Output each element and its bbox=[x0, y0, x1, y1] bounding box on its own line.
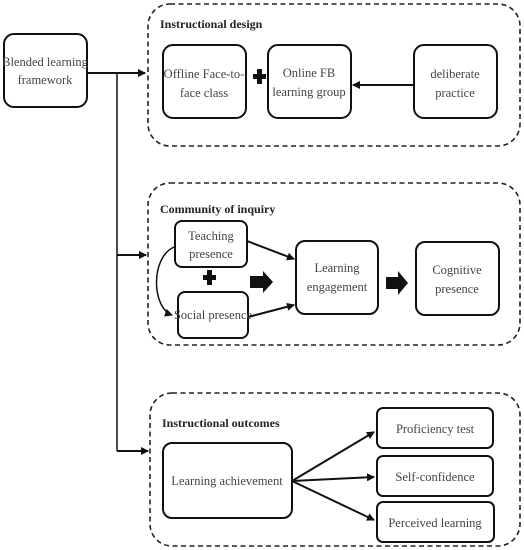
node-proficiency-label: Proficiency test bbox=[396, 422, 475, 436]
plus-icon bbox=[203, 270, 216, 285]
node-achievement-label: Learning achievement bbox=[171, 474, 283, 488]
group-title-instructional-design: Instructional design bbox=[160, 17, 263, 31]
node-cognitive-presence bbox=[415, 241, 500, 316]
connector-to-perceived bbox=[291, 480, 375, 521]
node-social-label: Social presence bbox=[174, 308, 253, 322]
node-root-label-2: framework bbox=[18, 73, 74, 87]
node-cognitive-label-2: presence bbox=[435, 282, 479, 296]
connector-teaching-to-engagement bbox=[246, 240, 295, 261]
connector-social-to-engagement bbox=[247, 302, 295, 318]
node-cognitive-label-1: Cognitive bbox=[432, 263, 482, 277]
node-online-label-1: Online FB bbox=[283, 66, 335, 80]
node-practice-label-2: practice bbox=[435, 86, 475, 100]
node-offline-label-1: Offline Face-to- bbox=[164, 67, 245, 81]
node-online-label-2: learning group bbox=[272, 85, 345, 99]
blended-learning-diagram: Instructional design Community of inquir… bbox=[2, 3, 521, 547]
group-title-instructional-outcomes: Instructional outcomes bbox=[162, 416, 280, 430]
node-confidence-label: Self-confidence bbox=[395, 470, 475, 484]
connector-to-confidence bbox=[291, 473, 375, 482]
node-teaching-label-1: Teaching bbox=[188, 229, 234, 243]
block-arrow-icon bbox=[386, 271, 408, 295]
node-learning-engagement bbox=[295, 240, 379, 315]
node-offline-label-2: face class bbox=[180, 86, 228, 100]
node-root-label-1: Blended learning bbox=[2, 55, 88, 69]
connector-to-proficiency bbox=[291, 431, 375, 482]
node-deliberate-practice bbox=[413, 44, 498, 119]
node-engagement-label-1: Learning bbox=[314, 261, 360, 275]
node-blended-learning-framework bbox=[3, 33, 88, 108]
plus-icon bbox=[253, 69, 266, 84]
node-perceived-label: Perceived learning bbox=[388, 516, 482, 530]
block-arrow-icon bbox=[250, 271, 273, 293]
node-engagement-label-2: engagement bbox=[307, 280, 368, 294]
connector-teaching-to-social-curved bbox=[155, 246, 175, 317]
group-title-community-of-inquiry: Community of inquiry bbox=[160, 202, 275, 216]
node-practice-label-1: deliberate bbox=[430, 67, 480, 81]
node-online-fb-group bbox=[267, 44, 352, 119]
node-offline-class bbox=[162, 44, 247, 119]
node-teaching-label-2: presence bbox=[189, 247, 233, 261]
